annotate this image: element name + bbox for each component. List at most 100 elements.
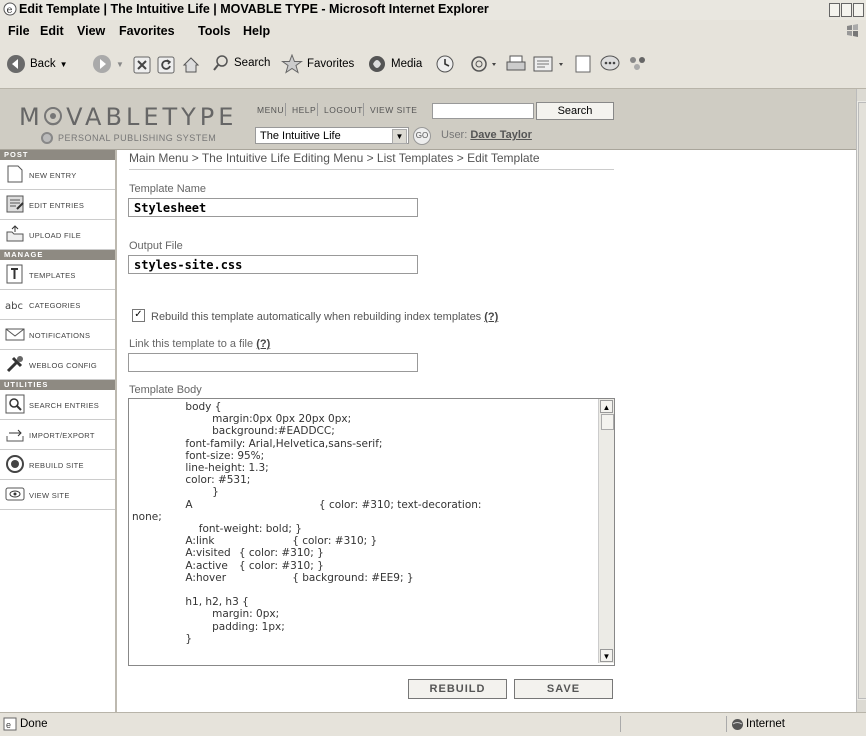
sidebar-item-search-entries[interactable]: SEARCH ENTRIES [0,390,115,420]
link-file-input[interactable] [128,353,418,372]
link-help-link[interactable]: (?) [256,338,270,350]
discuss-icon[interactable] [626,54,650,74]
favorites-button[interactable]: Favorites [281,54,354,74]
section-manage: MANAGE [0,250,115,260]
page-scroll-down-icon[interactable] [857,700,866,712]
print-icon[interactable] [505,54,527,74]
templates-icon [6,264,23,284]
edit-page-icon[interactable] [532,54,566,74]
menu-favorites[interactable]: Favorites [119,24,175,38]
nav-separator [317,103,318,116]
section-utilities: UTILITIES [0,380,115,390]
media-button[interactable]: Media [367,54,422,74]
user-name-link[interactable]: Dave Taylor [470,129,532,141]
back-button[interactable]: Back ▼ [6,54,68,74]
sidebar-item-rebuild-site[interactable]: REBUILD SITE [0,450,115,480]
upload-file-icon [6,225,24,242]
minimize-button[interactable] [829,3,840,17]
menu-edit[interactable]: Edit [40,24,64,38]
messenger-icon[interactable] [599,54,621,74]
nav-help[interactable]: HELP [292,105,316,115]
menu-tools[interactable]: Tools [198,24,230,38]
textarea-scroll-thumb[interactable] [601,414,614,430]
header-search-button[interactable]: Search [536,102,614,120]
output-file-label: Output File [129,240,183,252]
internet-zone-icon [732,719,743,730]
history-icon[interactable] [435,54,455,74]
template-name-input[interactable]: Stylesheet [128,198,418,217]
stop-icon[interactable] [133,56,151,74]
new-entry-icon [7,165,23,183]
maximize-button[interactable] [841,3,852,17]
sidebar-item-categories[interactable]: abc CATEGORIES [0,290,115,320]
rebuild-checkbox[interactable]: ✓ [132,309,145,322]
view-site-icon [5,487,25,501]
sidebar-item-weblog-config[interactable]: WEBLOG CONFIG [0,350,115,380]
status-text: Done [20,718,48,730]
close-button[interactable] [853,3,864,17]
home-icon[interactable] [182,56,200,74]
page-scroll-thumb[interactable] [858,102,866,699]
rebuild-checkbox-label: Rebuild this template automatically when… [151,311,499,323]
textarea-scrollbar[interactable]: ▲ ▼ [598,399,614,663]
nav-separator [285,103,286,116]
media-icon [369,56,385,72]
nav-separator [363,103,364,116]
sidebar-item-new-entry[interactable]: NEW ENTRY [0,160,115,190]
mt-header: MOVABLETYPE PERSONAL PUBLISHING SYSTEM M… [0,89,856,150]
header-search-input[interactable] [432,103,534,119]
page-scrollbar[interactable] [856,89,866,712]
blank-page-icon[interactable] [573,54,593,74]
nav-view-site[interactable]: VIEW SITE [370,105,417,115]
status-bar: e Done Internet [0,712,866,736]
status-separator [726,716,727,732]
nav-menu[interactable]: MENU [257,105,284,115]
security-zone: Internet [746,718,785,730]
template-body-textarea[interactable]: body { margin:0px 0px 20px 0px; backgrou… [128,398,615,666]
output-file-input[interactable]: styles-site.css [128,255,418,274]
forward-dropdown-icon[interactable]: ▼ [116,60,124,69]
svg-text:abc: abc [5,301,23,312]
sidebar-divider [115,150,117,712]
menu-help[interactable]: Help [243,24,270,38]
scroll-up-icon[interactable]: ▲ [600,400,613,413]
rebuild-button[interactable]: REBUILD [408,679,507,699]
menu-file[interactable]: File [8,24,30,38]
refresh-icon[interactable] [157,56,175,74]
menu-bar: File Edit View Favorites Tools Help [0,20,866,43]
search-icon [213,55,228,71]
import-export-icon [6,429,24,442]
sidebar-item-edit-entries[interactable]: EDIT ENTRIES [0,190,115,220]
mail-icon[interactable] [470,54,500,74]
forward-button[interactable]: ▼ [92,54,124,74]
blog-select[interactable]: The Intuitive Life ▼ [255,127,409,144]
sidebar-item-upload-file[interactable]: UPLOAD FILE [0,220,115,250]
template-body-label: Template Body [129,384,202,396]
back-arrow-icon [7,55,25,73]
sidebar-item-view-site[interactable]: VIEW SITE [0,480,115,510]
breadcrumb[interactable]: Main Menu > The Intuitive Life Editing M… [129,151,540,165]
rebuild-help-link[interactable]: (?) [484,311,498,323]
status-separator [620,716,621,732]
breadcrumb-divider [129,169,614,170]
rebuild-site-icon [6,455,24,473]
nav-logout[interactable]: LOGOUT [324,105,363,115]
tagline: PERSONAL PUBLISHING SYSTEM [58,133,217,143]
go-button[interactable]: GO [413,127,431,145]
save-button[interactable]: SAVE [514,679,613,699]
web-page: MOVABLETYPE PERSONAL PUBLISHING SYSTEM M… [0,89,856,712]
search-entries-icon [5,394,25,414]
link-file-label: Link this template to a file (?) [129,338,271,350]
sidebar-item-import-export[interactable]: IMPORT/EXPORT [0,420,115,450]
template-body-text: body { margin:0px 0px 20px 0px; backgrou… [132,401,482,645]
scroll-down-icon[interactable]: ▼ [600,649,613,662]
menu-view[interactable]: View [77,24,105,38]
page-scroll-up-icon[interactable] [857,89,866,101]
window-title-bar[interactable]: e Edit Template | The Intuitive Life | M… [0,0,866,21]
sidebar-item-notifications[interactable]: NOTIFICATIONS [0,320,115,350]
edit-entries-icon [6,195,24,213]
search-button[interactable]: Search [212,54,270,72]
back-dropdown-icon[interactable]: ▼ [60,60,68,69]
ie-logo-icon: e [3,2,17,16]
sidebar-item-templates[interactable]: TEMPLATES [0,260,115,290]
